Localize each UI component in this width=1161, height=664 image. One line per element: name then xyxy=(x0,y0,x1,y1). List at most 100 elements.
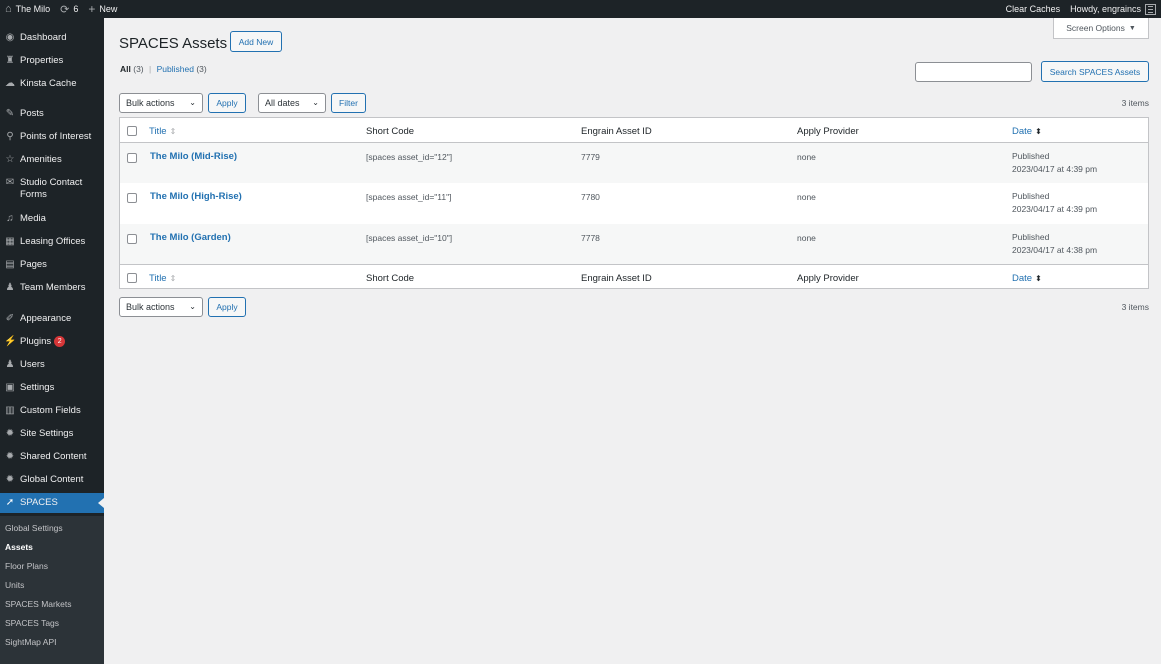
row-date: 2023/04/17 at 4:38 pm xyxy=(1012,245,1098,255)
building-icon: ▦ xyxy=(5,236,15,247)
bulk-actions-select-top[interactable]: Bulk actions ⌄ xyxy=(119,93,203,113)
clear-caches-label: Clear Caches xyxy=(1005,4,1061,14)
sidebar-item-studio-contact-forms[interactable]: ✉ Studio Contact Forms xyxy=(0,177,104,201)
row-title-link[interactable]: The Milo (Garden) xyxy=(150,232,231,243)
sidebar-item-settings[interactable]: ▣ Settings xyxy=(0,382,104,394)
column-provider-header: Apply Provider xyxy=(797,126,859,137)
sidebar-item-properties[interactable]: ♜ Properties xyxy=(0,55,104,67)
select-all-checkbox[interactable] xyxy=(127,126,137,136)
sidebar-item-spaces[interactable]: ➚ SPACES xyxy=(0,493,104,513)
sidebar-item-label: Site Settings xyxy=(20,428,74,439)
site-home-link[interactable]: ⌂ The Milo xyxy=(0,0,55,18)
sidebar-item-dashboard[interactable]: ◉ Dashboard xyxy=(0,32,104,44)
gear-icon: ✹ xyxy=(5,474,15,485)
clear-caches-link[interactable]: Clear Caches xyxy=(1001,0,1066,18)
sort-icon: ⇕ xyxy=(169,127,177,136)
filter-published[interactable]: Published xyxy=(157,64,194,74)
row-provider: none xyxy=(797,192,816,202)
column-asset-id-header: Engrain Asset ID xyxy=(581,126,652,137)
sort-icon: ⇕ xyxy=(169,274,177,283)
apply-button-top[interactable]: Apply xyxy=(208,93,246,113)
submenu-global-settings[interactable]: Global Settings xyxy=(5,523,63,533)
sidebar-item-kinsta-cache[interactable]: ☁ Kinsta Cache xyxy=(0,78,104,90)
filter-all[interactable]: All xyxy=(120,64,131,74)
sidebar-item-label: Team Members xyxy=(20,282,86,293)
pin-icon: ✎ xyxy=(5,108,15,119)
column-date-header[interactable]: Date ⬍ xyxy=(1012,126,1042,137)
updates-link[interactable]: ⟳ 6 xyxy=(55,0,83,18)
row-title-link[interactable]: The Milo (Mid-Rise) xyxy=(150,151,237,162)
row-status: Published xyxy=(1012,232,1050,242)
page-title: SPACES Assets xyxy=(119,35,228,52)
properties-icon: ♜ xyxy=(5,55,15,66)
submenu-sightmap-api[interactable]: SightMap API xyxy=(5,637,57,647)
row-shortcode: [spaces asset_id="11"] xyxy=(366,192,452,202)
fields-icon: ▥ xyxy=(5,405,15,416)
filter-button[interactable]: Filter xyxy=(331,93,366,113)
submenu-units[interactable]: Units xyxy=(5,580,24,590)
table-header: Title ⇕ Short Code Engrain Asset ID Apply… xyxy=(120,118,1148,143)
row-shortcode: [spaces asset_id="12"] xyxy=(366,152,453,162)
location-icon: ⚲ xyxy=(6,131,14,142)
sidebar-item-label: Studio Contact Forms xyxy=(20,177,83,200)
sidebar-item-label: Dashboard xyxy=(20,32,67,43)
sidebar-item-appearance[interactable]: ✐ Appearance xyxy=(0,313,104,325)
sidebar-item-plugins[interactable]: ⚡ Plugins 2 xyxy=(0,336,104,348)
spaces-icon: ➚ xyxy=(5,497,15,508)
row-asset-id: 7780 xyxy=(581,192,600,202)
submenu-spaces-markets[interactable]: SPACES Markets xyxy=(5,599,71,609)
column-title-header[interactable]: Title ⇕ xyxy=(149,126,176,137)
select-all-checkbox-footer[interactable] xyxy=(127,273,137,283)
row-date: 2023/04/17 at 4:39 pm xyxy=(1012,204,1098,214)
sidebar-item-site-settings[interactable]: ✹ Site Settings xyxy=(0,428,104,440)
submenu-assets[interactable]: Assets xyxy=(5,542,33,552)
column-title-label: Title xyxy=(149,126,167,137)
sidebar-item-custom-fields[interactable]: ▥ Custom Fields xyxy=(0,405,104,417)
screen-options-button[interactable]: Screen Options ▼ xyxy=(1053,18,1149,39)
bulk-actions-select-bottom[interactable]: Bulk actions ⌄ xyxy=(119,297,203,317)
submenu-floor-plans[interactable]: Floor Plans xyxy=(5,561,48,571)
avatar-icon xyxy=(1145,3,1156,15)
caret-down-icon: ▼ xyxy=(1128,24,1136,32)
add-new-button[interactable]: Add New xyxy=(230,31,282,52)
sidebar-item-label: Users xyxy=(20,359,45,370)
sidebar-item-pages[interactable]: ▤ Pages xyxy=(0,259,104,271)
sidebar-item-posts[interactable]: ✎ Posts xyxy=(0,108,104,120)
sidebar-item-label: Custom Fields xyxy=(20,405,81,416)
row-asset-id: 7778 xyxy=(581,233,600,243)
chevron-down-icon: ⌄ xyxy=(312,98,319,107)
sidebar-item-label: Media xyxy=(20,213,46,224)
row-asset-id: 7779 xyxy=(581,152,600,162)
search-input[interactable] xyxy=(915,62,1032,82)
sidebar-item-label: SPACES xyxy=(20,497,58,508)
submenu-spaces-tags[interactable]: SPACES Tags xyxy=(5,618,59,628)
column-asset-id-footer: Engrain Asset ID xyxy=(581,273,652,284)
row-provider: none xyxy=(797,233,816,243)
apply-button-bottom[interactable]: Apply xyxy=(208,297,246,317)
sidebar-item-media[interactable]: ♫ Media xyxy=(0,213,104,225)
account-menu[interactable]: Howdy, engraincs xyxy=(1065,0,1161,18)
search-assets-button[interactable]: Search SPACES Assets xyxy=(1041,61,1149,82)
dashboard-icon: ◉ xyxy=(5,32,15,43)
date-filter-select[interactable]: All dates ⌄ xyxy=(258,93,326,113)
sidebar-item-points-of-interest[interactable]: ⚲ Points of Interest xyxy=(0,131,104,143)
media-icon: ♫ xyxy=(6,213,14,224)
sidebar-item-label: Appearance xyxy=(20,313,72,324)
new-content-link[interactable]: + New xyxy=(83,0,122,18)
row-title-link[interactable]: The Milo (High-Rise) xyxy=(150,191,242,202)
column-date-footer[interactable]: Date ⬍ xyxy=(1012,273,1042,284)
sidebar-item-leasing-offices[interactable]: ▦ Leasing Offices xyxy=(0,236,104,248)
admin-bar: ⌂ The Milo ⟳ 6 + New Clear Caches Howdy,… xyxy=(0,0,1161,18)
row-checkbox[interactable] xyxy=(127,193,137,203)
sidebar-item-amenities[interactable]: ☆ Amenities xyxy=(0,154,104,166)
row-checkbox[interactable] xyxy=(127,234,137,244)
sidebar-item-team-members[interactable]: ♟ Team Members xyxy=(0,282,104,294)
sidebar-item-global-content[interactable]: ✹ Global Content xyxy=(0,474,104,486)
plugins-label-wrap: Plugins 2 xyxy=(20,336,66,348)
sidebar-item-users[interactable]: ♟ Users xyxy=(0,359,104,371)
filter-separator: | xyxy=(149,64,152,74)
column-title-footer[interactable]: Title ⇕ xyxy=(149,273,176,284)
sidebar-item-shared-content[interactable]: ✹ Shared Content xyxy=(0,451,104,463)
row-checkbox[interactable] xyxy=(127,153,137,163)
sidebar-item-label: Plugins xyxy=(20,336,52,348)
